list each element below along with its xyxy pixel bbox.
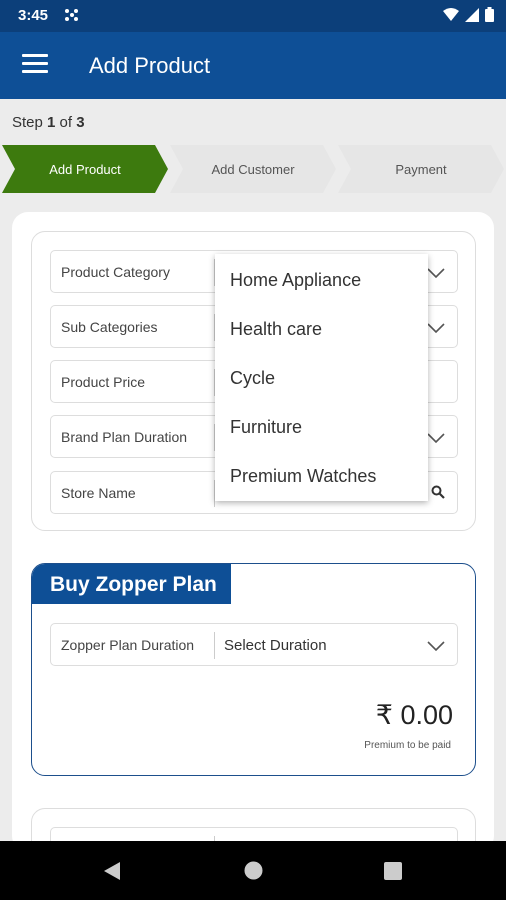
product-price-label: Product Price (61, 374, 146, 390)
menu-icon[interactable] (22, 54, 48, 76)
navigation-bar (0, 841, 506, 900)
chevron-down-icon (427, 638, 445, 656)
step-label-add-product: Add Product (49, 162, 121, 177)
app-bar: Add Product (0, 32, 506, 99)
zopper-plan-title: Buy Zopper Plan (32, 564, 231, 604)
chevron-down-icon (427, 320, 445, 338)
search-icon[interactable] (431, 485, 445, 504)
step-total: 3 (76, 114, 85, 131)
zopper-plan-duration-select[interactable]: Zopper Plan Duration Select Duration (50, 623, 458, 666)
zopper-plan-duration-value: Select Duration (224, 637, 327, 654)
step-prefix: Step (12, 114, 43, 131)
recents-icon[interactable] (384, 862, 402, 885)
brand-plan-duration-label: Brand Plan Duration (61, 429, 188, 445)
dropdown-option-premium-watches[interactable]: Premium Watches (230, 466, 376, 487)
signal-icon (465, 7, 479, 27)
zopper-plan-duration-label: Zopper Plan Duration (61, 637, 195, 653)
step-current: 1 (47, 114, 56, 131)
step-label-add-customer: Add Customer (211, 162, 295, 177)
step-label-payment: Payment (395, 162, 447, 177)
dropdown-option-cycle[interactable]: Cycle (230, 368, 275, 389)
divider (214, 632, 215, 659)
chevron-down-icon (427, 265, 445, 283)
home-icon[interactable] (244, 861, 263, 885)
wifi-icon (443, 7, 459, 27)
back-icon[interactable] (103, 861, 121, 886)
battery-icon (485, 7, 494, 27)
notification-icon (64, 8, 80, 27)
chevron-down-icon (427, 430, 445, 448)
premium-amount: ₹ 0.00 (375, 700, 453, 730)
category-dropdown-menu: Home Appliance Health care Cycle Furnitu… (215, 254, 428, 501)
page-title: Add Product (89, 53, 211, 78)
dropdown-option-health-care[interactable]: Health care (230, 319, 322, 340)
dropdown-option-home-appliance[interactable]: Home Appliance (230, 270, 361, 291)
step-of: of (59, 114, 73, 131)
dropdown-option-furniture[interactable]: Furniture (230, 417, 302, 438)
premium-caption: Premium to be paid (364, 740, 451, 751)
step-indicator: Step 1 of 3 (12, 114, 85, 131)
store-name-label: Store Name (61, 485, 136, 501)
product-category-label: Product Category (61, 264, 170, 280)
stepper: Add Product Add Customer Payment (0, 145, 506, 193)
sub-categories-label: Sub Categories (61, 319, 158, 335)
status-bar: 3:45 (0, 0, 506, 32)
status-time: 3:45 (18, 7, 49, 24)
